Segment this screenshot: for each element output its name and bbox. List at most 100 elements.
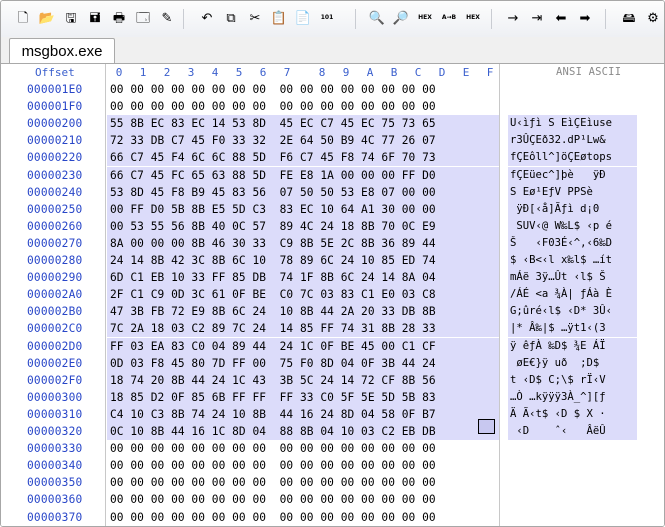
row-hex-bytes[interactable]: 2F C1 C9 0D 3C 61 0F BE C0 7C 03 83 C1 E… (110, 288, 436, 301)
hex-row: 00000200 55 8B EC 83 EC 14 53 8D 45 EC C7… (1, 115, 664, 133)
goto-icon[interactable]: → (503, 8, 523, 28)
row-hex-bytes[interactable]: 66 C7 45 FC 65 63 88 5D FE E8 1A 00 00 0… (110, 169, 436, 182)
row-offset: 00000340 (27, 459, 83, 473)
row-hex-bytes[interactable]: 7C 2A 18 03 C2 89 7C 24 14 85 FF 74 31 8… (110, 322, 436, 335)
row-ansi-text[interactable]: |* Â‰|$ …ÿt1‹(3 (510, 322, 606, 334)
goto-offset-icon[interactable]: ⇥ (527, 8, 547, 28)
hex-convert-icon[interactable]: 101 (317, 8, 337, 28)
offset-header: Offset (35, 66, 75, 79)
column-header-0: 0 (115, 66, 123, 79)
disk-icon[interactable]: 🖴 (619, 8, 639, 28)
row-offset: 000002C0 (27, 322, 83, 336)
row-ansi-text[interactable]: S Eø¹EƒV PPSè (510, 186, 593, 198)
row-hex-bytes[interactable]: 18 85 D2 0F 85 6B FF FF FF 33 C0 5F 5E 5… (110, 391, 436, 404)
column-header-9: 9 (342, 66, 350, 79)
row-offset: 00000200 (27, 117, 83, 131)
row-hex-bytes[interactable]: 24 14 8B 42 3C 8B 6C 10 78 89 6C 24 10 8… (110, 254, 436, 267)
row-ansi-text[interactable]: fÇEüec^]þè ÿÐ (510, 169, 606, 181)
row-hex-bytes[interactable]: 18 74 20 8B 44 24 1C 43 3B 5C 24 14 72 C… (110, 374, 436, 387)
forward-icon[interactable]: ➡ (575, 8, 595, 28)
save-icon[interactable]: 🖫 (61, 8, 81, 28)
row-ansi-text[interactable]: øE€}ÿ uð ;D$ (510, 357, 599, 369)
open-folder-icon[interactable]: 📂 (37, 8, 57, 28)
row-ansi-text[interactable]: ÿÐ[‹å]Ãƒì d¡0 (510, 203, 599, 215)
row-ansi-text[interactable]: $ ‹B<‹l x‰l$ …ít (510, 254, 612, 266)
replace-text-icon[interactable]: A→B (439, 8, 459, 28)
row-hex-bytes[interactable]: 72 33 DB C7 45 F0 33 32 2E 64 50 B9 4C 7… (110, 134, 436, 147)
row-hex-bytes[interactable]: 47 3B FB 72 E9 8B 6C 24 10 8B 44 2A 20 3… (110, 305, 436, 318)
vertical-scrollbar[interactable] (648, 64, 664, 526)
row-ansi-text[interactable]: …Ò …kÿÿÿ3À_^][ƒ (510, 391, 606, 403)
row-hex-bytes[interactable]: 0D 03 F8 45 80 7D FF 00 75 F0 8D 04 0F 3… (110, 357, 436, 370)
row-ansi-text[interactable]: mÁë 3ÿ…Ût ‹l$ Š (510, 271, 606, 283)
hex-view[interactable]: Offset ANSI ASCII 0 1 2 3 4 5 6 7 8 9 A B C D E F 00000… (1, 64, 664, 526)
row-ansi-text[interactable]: ‹D ˆ‹ ÂëÛ (510, 425, 605, 437)
row-offset: 000001E0 (27, 83, 83, 96)
cut-icon[interactable]: ✂ (245, 8, 265, 28)
row-hex-bytes[interactable]: 6D C1 EB 10 33 FF 85 DB 74 1F 8B 6C 24 1… (110, 271, 436, 284)
row-hex-bytes[interactable]: 00 00 00 00 00 00 00 00 00 00 00 00 00 0… (110, 442, 436, 455)
row-hex-bytes[interactable]: 0C 10 8B 44 16 1C 8D 04 88 8B 04 10 03 C… (110, 425, 436, 438)
row-hex-bytes[interactable]: 66 C7 45 F4 6C 6C 88 5D F6 C7 45 F8 74 6… (110, 151, 436, 164)
row-offset: 00000320 (27, 425, 83, 438)
hex-row: 00000230 66 C7 45 FC 65 63 88 5D FE E8 1A… (1, 166, 664, 184)
toolbar: 🗋 📂 🖫 🖬 🖶 🗔 ✎ ↶ ⧉ ✂ 📋 📄 101 🔍 🔎 HEX A→B HEX → ⇥ ⬅ ➡ 🖴 ⚙ (1, 1, 664, 38)
hex-row: 000002B0 47 3B FB 72 E9 8B 6C 24 10 8B 44… (1, 303, 664, 321)
row-ansi-text[interactable]: U‹ìƒì S EìÇEìuse (510, 117, 612, 129)
row-hex-bytes[interactable]: 00 00 00 00 00 00 00 00 00 00 00 00 00 0… (110, 100, 436, 113)
paste-icon[interactable]: 📋 (269, 8, 289, 28)
row-hex-bytes[interactable]: 00 00 00 00 00 00 00 00 00 00 00 00 00 0… (110, 83, 436, 96)
replace-hex-icon[interactable]: HEX (463, 8, 483, 28)
undo-icon[interactable]: ↶ (197, 8, 217, 28)
row-offset: 000002D0 (27, 339, 83, 353)
column-header-2: 2 (163, 66, 171, 79)
hex-row: 00000260 00 53 55 56 8B 40 0C 57 89 4C 24… (1, 217, 664, 235)
row-offset: 000002B0 (27, 305, 83, 319)
row-offset: 000002E0 (27, 356, 83, 370)
hex-row: 000002E0 0D 03 F8 45 80 7D FF 00 75 F0 8D… (1, 354, 664, 372)
new-file-icon[interactable]: 🗋 (13, 8, 33, 28)
properties-icon[interactable]: 🗔 (133, 8, 153, 28)
find-icon[interactable]: 🔍 (367, 8, 387, 28)
find-hex-icon[interactable]: HEX (415, 8, 435, 28)
row-offset: 00000220 (27, 151, 83, 165)
row-ansi-text[interactable]: ÿ êƒÀ ‰D$ ¾E ÁÏ (510, 340, 606, 352)
edit-icon[interactable]: ✎ (157, 8, 177, 28)
row-hex-bytes[interactable]: 55 8B EC 83 EC 14 53 8D 45 EC C7 45 EC 7… (110, 117, 436, 130)
row-offset: 00000250 (27, 202, 83, 216)
row-hex-bytes[interactable]: 00 FF D0 5B 8B E5 5D C3 83 EC 10 64 A1 3… (110, 203, 436, 216)
hex-row: 000002C0 7C 2A 18 03 C2 89 7C 24 14 85 FF… (1, 320, 664, 338)
find-next-icon[interactable]: 🔎 (391, 8, 411, 28)
row-hex-bytes[interactable]: 00 00 00 00 00 00 00 00 00 00 00 00 00 0… (110, 459, 436, 472)
hex-row: 00000330 00 00 00 00 00 00 00 00 00 00 00… (1, 440, 664, 457)
tab-msgbox-exe[interactable]: msgbox.exe (9, 38, 115, 63)
row-hex-bytes[interactable]: 00 00 00 00 00 00 00 00 00 00 00 00 00 0… (110, 476, 436, 489)
row-offset: 00000260 (27, 219, 83, 233)
hex-row: 00000240 53 8D 45 F8 B9 45 83 56 07 50 50… (1, 183, 664, 201)
row-hex-bytes[interactable]: 00 00 00 00 00 00 00 00 00 00 00 00 00 0… (110, 493, 436, 506)
row-hex-bytes[interactable]: FF 03 EA 83 C0 04 89 44 24 1C 0F BE 45 0… (110, 340, 436, 353)
row-hex-bytes[interactable]: 00 00 00 00 00 00 00 00 00 00 00 00 00 0… (110, 511, 436, 524)
copy-icon[interactable]: ⧉ (221, 8, 241, 28)
paste-special-icon[interactable]: 📄 (293, 8, 313, 28)
back-icon[interactable]: ⬅ (551, 8, 571, 28)
row-hex-bytes[interactable]: C4 10 C3 8B 74 24 10 8B 44 16 24 8D 04 5… (110, 408, 436, 421)
column-header-f: F (486, 66, 494, 79)
row-ansi-text[interactable]: t ‹D$ C;\$ rÏ‹V (510, 374, 606, 386)
row-offset: 00000270 (27, 236, 83, 250)
row-hex-bytes[interactable]: 00 53 55 56 8B 40 0C 57 89 4C 24 18 8B 7… (110, 220, 436, 233)
row-ansi-text[interactable]: fÇEôll^]öÇEøtops (510, 151, 612, 163)
row-ansi-text[interactable]: G;ûré‹l$ ‹D* 3Û‹ (510, 305, 612, 317)
row-offset: 00000330 (27, 442, 83, 456)
row-ansi-text[interactable]: Š ‹F03É‹^,‹6‰D (510, 237, 612, 249)
save-all-icon[interactable]: 🖬 (85, 8, 105, 28)
row-hex-bytes[interactable]: 8A 00 00 00 8B 46 30 33 C9 8B 5E 2C 8B 3… (110, 237, 436, 250)
row-offset: 00000310 (27, 407, 83, 421)
row-ansi-text[interactable]: /ÁÉ <a ¾À| ƒÁà È (510, 288, 612, 300)
row-ansi-text[interactable]: Ä Ã‹t$ ‹D $ X · (510, 408, 606, 420)
row-ansi-text[interactable]: SUV‹@ W‰L$ ‹p é (510, 220, 612, 232)
print-icon[interactable]: 🖶 (109, 8, 129, 28)
row-ansi-text[interactable]: r3ÛÇEð32.dP¹Lw& (510, 134, 606, 146)
settings-icon[interactable]: ⚙ (643, 8, 663, 28)
row-hex-bytes[interactable]: 53 8D 45 F8 B9 45 83 56 07 50 50 53 E8 0… (110, 186, 436, 199)
